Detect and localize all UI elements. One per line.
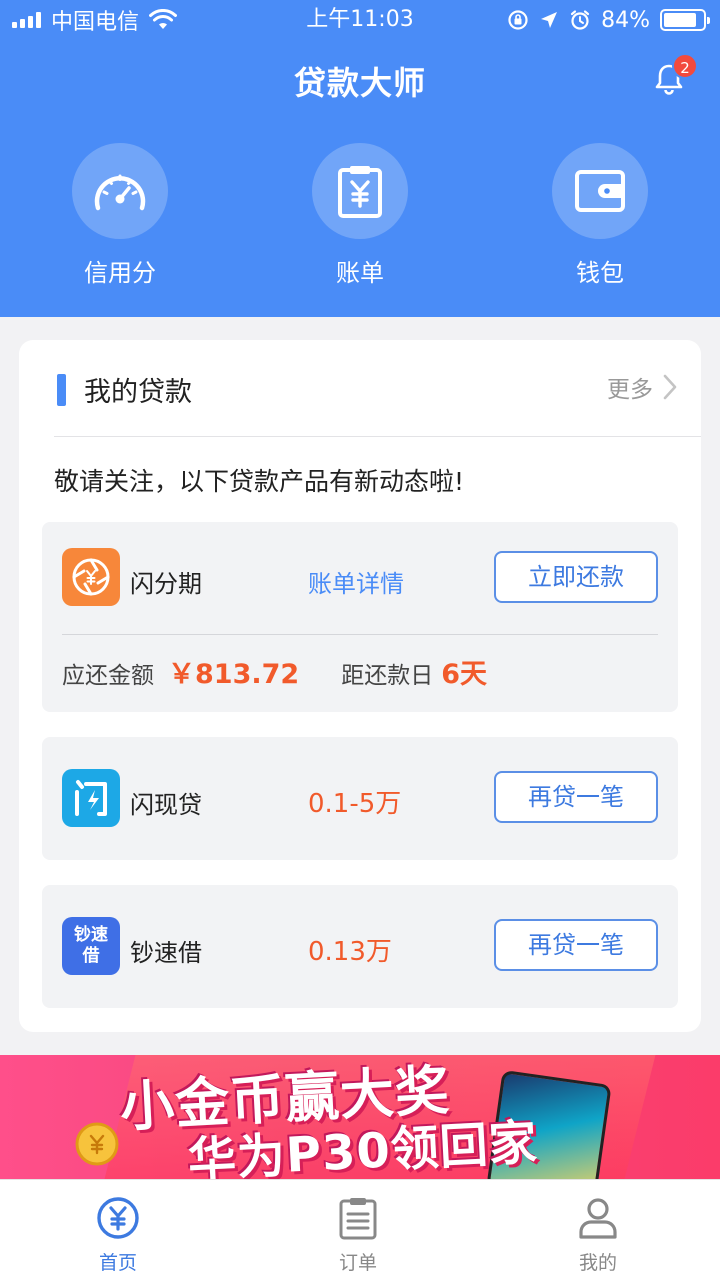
divider [54,436,701,437]
due-days-value: 6天 [441,659,487,690]
tab-label: 首页 [98,1252,137,1274]
header: 中国电信 上午11:03 84% 贷款大师 2 信用分 账单 钱包 [0,0,720,317]
loan-range: 0.1-5万 [308,789,402,819]
shanxiandai-logo-icon [62,769,120,827]
quick-action-wallet[interactable]: 钱包 [520,143,680,288]
location-icon [541,12,558,28]
battery-icon [660,9,710,31]
due-days-label: 距还款日 [341,663,434,689]
page-title: 贷款大师 [293,64,426,102]
bill-details-link[interactable]: 账单详情 [308,564,404,599]
quick-action-bill[interactable]: 账单 [280,143,440,288]
home-yen-icon [97,1197,139,1239]
chevron-right-icon [663,374,677,400]
quick-action-label: 账单 [336,259,384,287]
wallet-icon [575,170,625,212]
more-link[interactable]: 更多 [607,370,677,404]
gauge-icon [94,174,146,211]
borrow-again-button[interactable]: 再贷一笔 [494,919,658,971]
due-amount-label: 应还金额 [62,663,154,689]
quick-action-credit-score[interactable]: 信用分 [40,143,200,288]
alarm-icon [570,10,590,30]
due-row: 应还金额 ￥813.72 距还款日 6天 [62,652,487,691]
shanfenqi-logo-icon [62,548,120,606]
card-header: 我的贷款 更多 [19,340,701,436]
tab-label: 我的 [578,1252,617,1274]
logo-text: 钞速借 [74,925,108,966]
more-label: 更多 [607,377,653,403]
loan-name: 闪现贷 [130,791,202,819]
promo-banner[interactable]: 小金币赢大奖 华为P30领回家 [0,1055,720,1179]
divider [62,634,658,635]
tab-orders[interactable]: 订单 [298,1196,418,1275]
loan-name: 闪分期 [130,570,202,598]
profile-icon [579,1198,617,1239]
section-title: 我的贷款 [84,377,192,408]
loan-item-shanfenqi: 闪分期 账单详情 立即还款 应还金额 ￥813.72 距还款日 6天 [42,522,678,712]
my-loans-card: 我的贷款 更多 敬请关注，以下贷款产品有新动态啦! 闪分期 账单详情 立即还款 … [19,340,701,1032]
loan-name: 钞速借 [130,939,202,967]
tab-profile[interactable]: 我的 [538,1196,658,1275]
rotation-lock-icon [508,10,528,30]
notification-badge: 2 [672,53,698,79]
loan-item-chaosujie: 钞速借 钞速借 0.13万 再贷一笔 [42,885,678,1008]
battery-percent: 84% [601,7,650,33]
tab-bar: 首页 订单 我的 [0,1179,720,1280]
tab-label: 订单 [338,1252,377,1274]
gold-coin-icon [75,1122,119,1166]
tab-home[interactable]: 首页 [58,1196,178,1275]
notice-text: 敬请关注，以下贷款产品有新动态啦! [54,467,465,496]
status-bar: 中国电信 上午11:03 84% [0,0,720,40]
borrow-again-button[interactable]: 再贷一笔 [494,771,658,823]
chaosujie-logo-icon: 钞速借 [62,917,120,975]
quick-action-label: 钱包 [576,259,624,287]
section-accent-bar [57,374,66,406]
repay-now-button[interactable]: 立即还款 [494,551,658,603]
quick-action-label: 信用分 [84,259,156,287]
bill-icon [338,166,382,218]
due-amount-value: ￥813.72 [168,659,300,690]
loan-range: 0.13万 [308,937,392,967]
status-right: 84% [507,6,710,34]
loan-item-shanxiandai: 闪现贷 0.1-5万 再贷一笔 [42,737,678,860]
orders-icon [339,1198,377,1240]
